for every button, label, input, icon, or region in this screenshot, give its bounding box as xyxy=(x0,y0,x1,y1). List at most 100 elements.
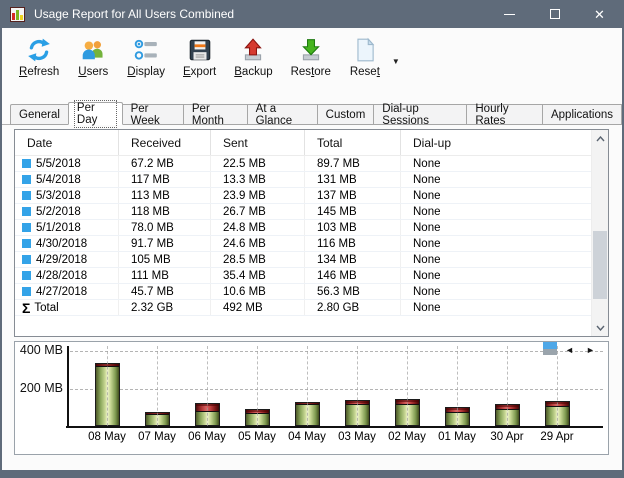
table-body: 5/5/201867.2 MB22.5 MB89.7 MBNone5/4/201… xyxy=(15,156,591,316)
arrow-down-icon xyxy=(298,37,324,63)
tab-dial-up-sessions[interactable]: Dial-up Sessions xyxy=(374,104,467,125)
export-label: Export xyxy=(183,66,216,78)
cell-total: 146 MB xyxy=(305,268,401,283)
usage-report-window: Usage Report for All Users Combined ✕ Re… xyxy=(0,0,624,478)
reset-button[interactable]: Reset xyxy=(340,35,390,94)
tab-at-a-glance[interactable]: At a Glance xyxy=(248,104,318,125)
cell-total: 137 MB xyxy=(305,188,401,203)
cell-date: 4/27/2018 xyxy=(15,284,119,299)
cell-dial-up: None xyxy=(401,268,591,283)
table-scrollbar[interactable] xyxy=(591,130,608,336)
vertical-gridline xyxy=(307,346,308,426)
cell-total: 134 MB xyxy=(305,252,401,267)
cell-date: 4/28/2018 xyxy=(15,268,119,283)
cell-received: 105 MB xyxy=(119,252,211,267)
x-tick-label-08-may: 08 May xyxy=(82,431,132,443)
usage-table: DateReceivedSentTotalDial-up 5/5/201867.… xyxy=(15,130,591,336)
tab-applications[interactable]: Applications xyxy=(543,104,622,125)
tab-per-day[interactable]: Per Day xyxy=(68,102,123,125)
export-button[interactable]: Export xyxy=(174,35,225,94)
usage-chart-panel: 400 MB200 MB08 May07 May06 May05 May04 M… xyxy=(14,341,609,455)
tab-custom[interactable]: Custom xyxy=(318,104,375,125)
refresh-button[interactable]: Refresh xyxy=(10,35,68,94)
users-button[interactable]: Users xyxy=(68,35,118,94)
chart-scroll-left-button[interactable]: ◄ xyxy=(565,345,574,355)
cell-total: 131 MB xyxy=(305,172,401,187)
cell-dial-up: None xyxy=(401,188,591,203)
x-tick-label-30-apr: 30 Apr xyxy=(482,431,532,443)
cell-received: 111 MB xyxy=(119,268,211,283)
y-tick-label: 400 MB xyxy=(17,343,63,357)
maximize-button[interactable] xyxy=(532,0,577,28)
column-header-dial-up[interactable]: Dial-up xyxy=(401,130,591,155)
restore-button[interactable]: Restore xyxy=(282,35,340,94)
tab-label: General xyxy=(19,109,60,121)
cell-dial-up: None xyxy=(401,220,591,235)
tab-label: Dial-up Sessions xyxy=(382,103,458,127)
row-label: 5/1/2018 xyxy=(36,222,81,234)
tab-general[interactable]: General xyxy=(10,104,69,125)
toolbar-overflow-button[interactable]: ▼ xyxy=(392,57,400,66)
table-row[interactable]: 5/3/2018113 MB23.9 MB137 MBNone xyxy=(15,188,591,204)
reset-label: Reset xyxy=(350,66,380,78)
refresh-icon xyxy=(26,37,52,63)
column-header-received[interactable]: Received xyxy=(119,130,211,155)
gridline-400 xyxy=(70,351,603,352)
backup-button[interactable]: Backup xyxy=(225,35,281,94)
scroll-down-button[interactable] xyxy=(592,319,608,336)
cell-total: 103 MB xyxy=(305,220,401,235)
row-label: 4/28/2018 xyxy=(36,270,87,282)
table-row[interactable]: 4/29/2018 105 MB28.5 MB134 MBNone xyxy=(15,252,591,268)
table-row[interactable]: 4/28/2018 111 MB35.4 MB146 MBNone xyxy=(15,268,591,284)
backup-label: Backup xyxy=(234,66,272,78)
column-header-sent[interactable]: Sent xyxy=(211,130,305,155)
cell-received: 117 MB xyxy=(119,172,211,187)
scroll-up-button[interactable] xyxy=(592,130,608,147)
x-tick-label-01-may: 01 May xyxy=(432,431,482,443)
window-title: Usage Report for All Users Combined xyxy=(34,7,487,21)
blue-square-icon xyxy=(22,207,31,216)
table-row[interactable]: 4/30/201891.7 MB24.6 MB116 MBNone xyxy=(15,236,591,252)
indicator-top xyxy=(543,342,557,349)
minimize-button[interactable] xyxy=(487,0,532,28)
daily-usage-chart: 400 MB200 MB08 May07 May06 May05 May04 M… xyxy=(15,342,608,454)
cell-sent: 28.5 MB xyxy=(211,252,305,267)
close-button[interactable]: ✕ xyxy=(577,0,622,28)
vertical-gridline xyxy=(457,346,458,426)
gridline-200 xyxy=(70,389,603,390)
indicator-bottom xyxy=(543,349,557,355)
tab-per-month[interactable]: Per Month xyxy=(184,104,248,125)
table-row-total[interactable]: ΣTotal2.32 GB492 MB2.80 GBNone xyxy=(15,300,591,316)
chart-scroll-indicator[interactable] xyxy=(543,342,557,355)
cell-sent: 492 MB xyxy=(211,300,305,315)
cell-date: 5/3/2018 xyxy=(15,188,119,203)
cell-dial-up: None xyxy=(401,252,591,267)
row-label: 4/29/2018 xyxy=(36,254,87,266)
row-label: 5/3/2018 xyxy=(36,190,81,202)
cell-received: 118 MB xyxy=(119,204,211,219)
tab-hourly-rates[interactable]: Hourly Rates xyxy=(467,104,543,125)
table-row[interactable]: 5/4/2018117 MB13.3 MB131 MBNone xyxy=(15,172,591,188)
display-label: Display xyxy=(127,66,165,78)
table-row[interactable]: 5/5/201867.2 MB22.5 MB89.7 MBNone xyxy=(15,156,591,172)
display-button[interactable]: Display xyxy=(118,35,174,94)
cell-sent: 24.6 MB xyxy=(211,236,305,251)
table-row[interactable]: 4/27/201845.7 MB10.6 MB56.3 MBNone xyxy=(15,284,591,300)
cell-total: 2.80 GB xyxy=(305,300,401,315)
tab-label: At a Glance xyxy=(256,103,309,127)
table-row[interactable]: 5/1/201878.0 MB24.8 MB103 MBNone xyxy=(15,220,591,236)
chart-scroll-right-button[interactable]: ► xyxy=(586,345,595,355)
column-header-total[interactable]: Total xyxy=(305,130,401,155)
cell-sent: 10.6 MB xyxy=(211,284,305,299)
cell-dial-up: None xyxy=(401,172,591,187)
scrollbar-thumb[interactable] xyxy=(593,231,607,299)
cell-sent: 22.5 MB xyxy=(211,156,305,171)
tab-per-week[interactable]: Per Week xyxy=(123,104,184,125)
table-row[interactable]: 5/2/2018118 MB26.7 MB145 MBNone xyxy=(15,204,591,220)
cell-sent: 35.4 MB xyxy=(211,268,305,283)
title-bar[interactable]: Usage Report for All Users Combined ✕ xyxy=(2,0,622,28)
cell-received: 67.2 MB xyxy=(119,156,211,171)
cell-received: 113 MB xyxy=(119,188,211,203)
column-header-date[interactable]: Date xyxy=(15,130,119,155)
refresh-label: Refresh xyxy=(19,66,59,78)
